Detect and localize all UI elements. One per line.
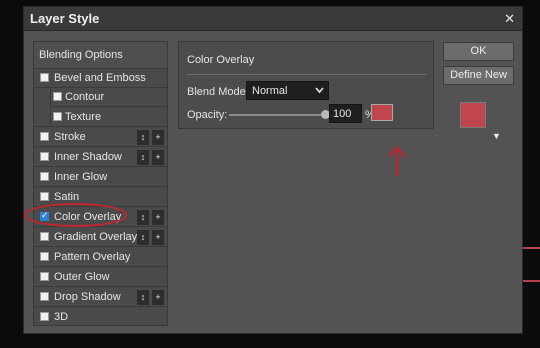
dialog-titlebar: Layer Style ✕ — [24, 7, 522, 31]
texture-checkbox[interactable] — [53, 112, 62, 121]
stroke-add-icon[interactable]: + — [152, 130, 164, 145]
stroke-reorder-icon[interactable]: ↕ — [137, 130, 149, 145]
style-item-outer-glow[interactable]: Outer Glow — [34, 268, 167, 287]
color-overlay-panel: Color Overlay Blend Mode: Normal Opacity… — [178, 41, 434, 129]
color-overlay-reorder-icon[interactable]: ↕ — [137, 210, 149, 225]
preview-dropdown-icon[interactable]: ▼ — [492, 131, 501, 141]
style-item-contour[interactable]: Contour — [50, 88, 167, 107]
drop-shadow-reorder-icon[interactable]: ↕ — [137, 290, 149, 305]
style-item-3d[interactable]: 3D — [34, 308, 167, 327]
inner-shadow-checkbox[interactable] — [40, 152, 49, 161]
blending-options-label: Blending Options — [39, 49, 123, 61]
outer-glow-checkbox[interactable] — [40, 272, 49, 281]
opacity-value: 100 — [333, 108, 352, 120]
highlight-ring-annotation — [24, 203, 127, 227]
gradient-overlay-reorder-icon[interactable]: ↕ — [137, 230, 149, 245]
style-item-pattern-overlay[interactable]: Pattern Overlay — [34, 248, 167, 267]
style-item-drop-shadow[interactable]: Drop Shadow ↕ + — [34, 288, 167, 307]
style-item-label: Drop Shadow — [54, 291, 121, 303]
background-line-top — [522, 247, 540, 249]
style-item-label: Contour — [65, 91, 105, 103]
color-overlay-title: Color Overlay — [187, 54, 255, 66]
style-item-label: Satin — [54, 191, 80, 203]
style-item-label: Gradient Overlay — [54, 231, 138, 243]
contour-checkbox[interactable] — [53, 92, 62, 101]
style-item-label: 3D — [54, 311, 69, 323]
style-item-label: Bevel and Emboss — [54, 72, 146, 84]
arrow-up-annotation-icon — [387, 146, 407, 177]
style-item-inner-shadow[interactable]: Inner Shadow ↕ + — [34, 148, 167, 167]
blending-options-item[interactable]: Blending Options — [34, 42, 167, 69]
blend-mode-label: Blend Mode: — [187, 86, 249, 98]
color-overlay-add-icon[interactable]: + — [152, 210, 164, 225]
ok-button[interactable]: OK — [443, 42, 514, 61]
opacity-input[interactable]: 100 — [329, 104, 362, 123]
style-item-texture-row: Texture — [34, 108, 167, 127]
style-item-texture[interactable]: Texture — [50, 108, 167, 127]
dialog-title: Layer Style — [30, 11, 100, 26]
pattern-overlay-checkbox[interactable] — [40, 252, 49, 261]
gradient-overlay-add-icon[interactable]: + — [152, 230, 164, 245]
style-item-label: Pattern Overlay — [54, 251, 131, 263]
layer-style-dialog: Layer Style ✕ Blending Options Bevel and… — [23, 6, 523, 334]
opacity-label: Opacity: — [187, 109, 228, 121]
style-item-inner-glow[interactable]: Inner Glow — [34, 168, 167, 187]
bevel-emboss-checkbox[interactable] — [40, 73, 49, 82]
stroke-checkbox[interactable] — [40, 132, 49, 141]
blend-mode-select[interactable]: Normal — [246, 81, 329, 100]
blend-mode-value: Normal — [252, 85, 288, 97]
panel-divider — [187, 74, 427, 75]
inner-shadow-reorder-icon[interactable]: ↕ — [137, 150, 149, 165]
style-item-label: Stroke — [54, 131, 86, 143]
style-item-stroke[interactable]: Stroke ↕ + — [34, 128, 167, 147]
style-item-label: Outer Glow — [54, 271, 110, 283]
style-item-contour-row: Contour — [34, 88, 167, 107]
inner-glow-checkbox[interactable] — [40, 172, 49, 181]
style-item-label: Texture — [65, 111, 102, 123]
style-item-label: Inner Glow — [54, 171, 108, 183]
define-new-button[interactable]: Define New — [443, 66, 514, 85]
chevron-down-icon — [315, 87, 324, 94]
drop-shadow-add-icon[interactable]: + — [152, 290, 164, 305]
inner-shadow-add-icon[interactable]: + — [152, 150, 164, 165]
background-line-bottom — [522, 280, 540, 282]
style-preview-swatch — [460, 102, 486, 128]
3d-checkbox[interactable] — [40, 312, 49, 321]
style-item-gradient-overlay[interactable]: Gradient Overlay ↕ + — [34, 228, 167, 247]
style-item-label: Inner Shadow — [54, 151, 122, 163]
gradient-overlay-checkbox[interactable] — [40, 232, 49, 241]
satin-checkbox[interactable] — [40, 192, 49, 201]
styles-list: Blending Options Bevel and Emboss Contou… — [33, 41, 168, 326]
opacity-slider-track[interactable] — [229, 114, 324, 116]
overlay-color-swatch[interactable] — [371, 104, 393, 121]
close-icon[interactable]: ✕ — [504, 11, 515, 27]
style-item-bevel-emboss[interactable]: Bevel and Emboss — [34, 69, 167, 88]
drop-shadow-checkbox[interactable] — [40, 292, 49, 301]
